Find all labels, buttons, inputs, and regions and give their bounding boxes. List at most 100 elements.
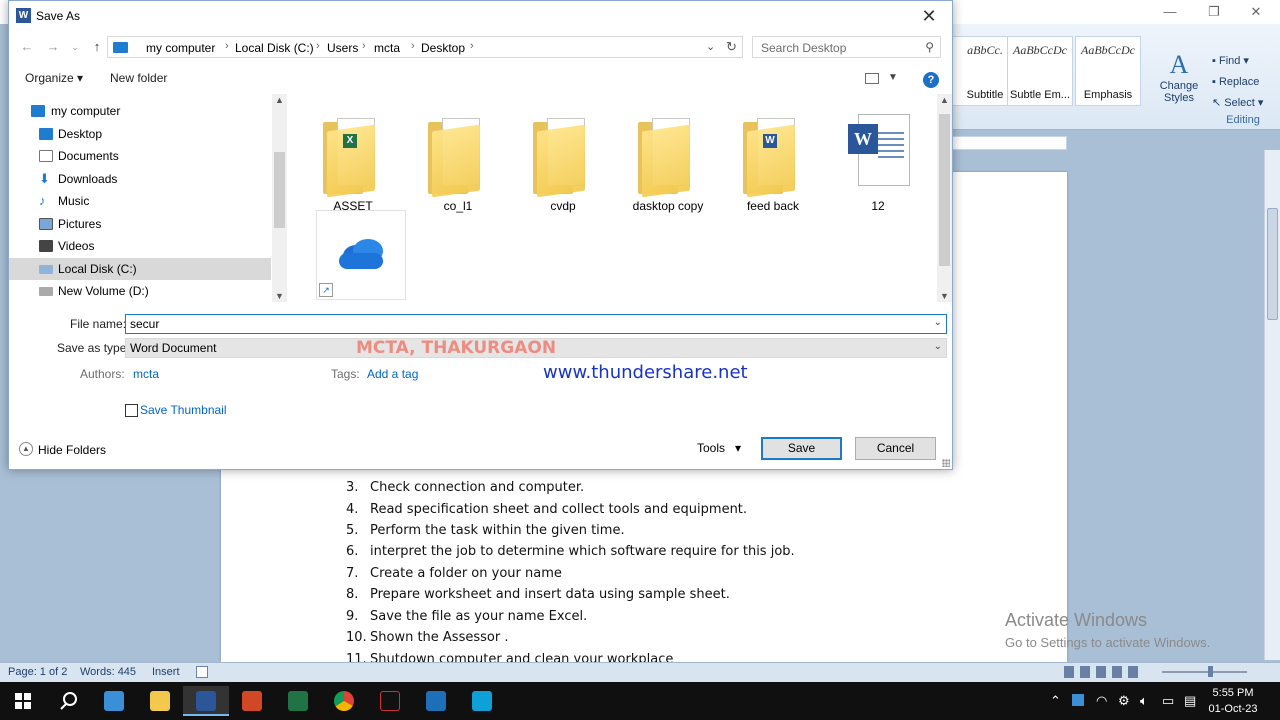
view-buttons[interactable]	[1064, 666, 1144, 678]
sidebar-item-downloads[interactable]: ⬇ Downloads	[9, 168, 271, 190]
zoom-knob[interactable]	[1208, 666, 1213, 677]
sidebar-item-music[interactable]: ♪ Music	[9, 190, 271, 212]
resize-grip-icon[interactable]	[942, 459, 950, 467]
taskbar-app-word[interactable]	[183, 686, 229, 716]
breadcrumb-desktop[interactable]: Desktop	[421, 41, 465, 55]
replace-button[interactable]: ▪ Replace	[1212, 76, 1259, 88]
notification-icon[interactable]: ▤	[1184, 693, 1196, 709]
zoom-slider[interactable]	[1150, 666, 1260, 677]
new-folder-button[interactable]: New folder	[110, 71, 167, 85]
taskbar-app[interactable]	[413, 686, 459, 716]
chevron-down-icon[interactable]: ⌄	[934, 317, 942, 328]
taskbar-app[interactable]	[91, 686, 137, 716]
scroll-thumb[interactable]	[274, 152, 285, 228]
file-item-12[interactable]: W 12	[832, 102, 924, 213]
clock[interactable]: 5:55 PM 01-Oct-23	[1203, 685, 1263, 717]
wifi-icon[interactable]: ◠	[1096, 693, 1107, 709]
navigation-scrollbar[interactable]: ▲ ▼	[272, 94, 287, 302]
file-item-co-l1[interactable]: co_l1	[412, 102, 504, 213]
recent-chevron-icon[interactable]: ⌄	[65, 37, 85, 57]
breadcrumb-my-computer[interactable]: my computer	[146, 41, 215, 55]
help-icon[interactable]: ?	[923, 72, 939, 88]
close-icon[interactable]: ✕	[906, 1, 952, 31]
sidebar-item-local-disk[interactable]: Local Disk (C:)	[9, 258, 271, 280]
file-name: 12	[871, 199, 885, 213]
taskbar-app[interactable]	[459, 686, 505, 716]
select-button[interactable]: ↖ Select ▾	[1212, 96, 1263, 109]
save-thumbnail-checkbox[interactable]	[125, 404, 138, 417]
search-icon[interactable]: ⚲	[925, 40, 934, 54]
taskbar-app[interactable]	[137, 686, 183, 716]
cancel-button[interactable]: Cancel	[855, 437, 936, 460]
show-hidden-icons-icon[interactable]: ⌃	[1050, 693, 1061, 709]
start-button[interactable]	[0, 686, 46, 716]
word-count[interactable]: Words: 445	[80, 666, 136, 678]
up-arrow-icon[interactable]: ↑	[87, 37, 107, 57]
minimize-icon[interactable]: —	[1150, 2, 1190, 22]
insert-mode[interactable]: Insert	[152, 666, 180, 678]
back-arrow-icon[interactable]: ←	[17, 37, 37, 57]
address-bar[interactable]: my computer › Local Disk (C:) › Users › …	[107, 36, 743, 58]
file-name-field[interactable]: secur ⌄	[125, 314, 947, 334]
refresh-icon[interactable]: ↻	[726, 39, 737, 55]
view-icon[interactable]	[865, 73, 879, 84]
forward-arrow-icon[interactable]: →	[43, 37, 63, 57]
authors-field[interactable]: mcta	[133, 367, 159, 381]
sidebar-item-videos[interactable]: Videos	[9, 235, 271, 257]
save-button[interactable]: Save	[761, 437, 842, 460]
excel-folder-icon: X	[323, 118, 379, 198]
save-thumbnail-label[interactable]: Save Thumbnail	[140, 403, 227, 417]
taskbar-app[interactable]	[321, 686, 367, 716]
scroll-up-icon[interactable]: ▲	[940, 95, 949, 105]
breadcrumb-local-disk[interactable]: Local Disk (C:)	[235, 41, 314, 55]
settings-tray-icon[interactable]: ⚙	[1118, 693, 1130, 709]
change-styles-button[interactable]: A Change Styles	[1156, 50, 1202, 114]
address-dropdown-icon[interactable]: ⌄	[706, 40, 715, 53]
search-box[interactable]: Search Desktop ⚲	[752, 36, 941, 58]
document-scrollbar[interactable]	[1264, 150, 1280, 660]
file-item-cvdp[interactable]: cvdp	[517, 102, 609, 213]
restore-icon[interactable]: ❐	[1194, 2, 1234, 22]
scroll-down-icon[interactable]: ▼	[275, 291, 284, 301]
scroll-thumb[interactable]	[939, 114, 950, 266]
breadcrumb-users[interactable]: Users	[327, 41, 358, 55]
search-input[interactable]: Search Desktop	[761, 41, 846, 55]
activate-subtitle: Go to Settings to activate Windows.	[1005, 635, 1211, 650]
scroll-up-icon[interactable]: ▲	[275, 95, 284, 105]
zoom-track	[1162, 671, 1247, 673]
style-subtle-emphasis[interactable]: AaBbCcDc Subtle Em...	[1007, 36, 1073, 106]
taskbar-app[interactable]	[229, 686, 275, 716]
chevron-down-icon[interactable]: ⌄	[934, 341, 942, 352]
sidebar-item-new-volume[interactable]: New Volume (D:)	[9, 280, 271, 302]
breadcrumb-mcta[interactable]: mcta	[374, 41, 400, 55]
file-item-asset[interactable]: X ASSET	[307, 102, 399, 213]
taskbar-app[interactable]	[367, 686, 413, 716]
tools-button[interactable]: Tools ▾	[697, 441, 741, 455]
tags-field[interactable]: Add a tag	[367, 367, 418, 381]
find-button[interactable]: ▪ Find ▾	[1212, 54, 1249, 67]
search-taskbar-button[interactable]	[45, 686, 91, 716]
sidebar-item-pictures[interactable]: Pictures	[9, 213, 271, 235]
ruler	[952, 136, 1067, 150]
scroll-thumb[interactable]	[1267, 208, 1278, 320]
sidebar-item-label: Documents	[58, 149, 119, 163]
scroll-down-icon[interactable]: ▼	[940, 291, 949, 301]
file-item-onedrive[interactable]: ↗	[316, 210, 406, 300]
network-icon[interactable]: ▭	[1162, 693, 1174, 709]
sidebar-item-desktop[interactable]: Desktop	[9, 123, 271, 145]
sidebar-item-my-computer[interactable]: my computer	[9, 100, 271, 122]
tray-app-icon[interactable]	[1072, 694, 1084, 706]
file-item-dasktop-copy[interactable]: dasktop copy	[622, 102, 714, 213]
volume-icon[interactable]: 🔈︎	[1140, 693, 1148, 709]
file-list-scrollbar[interactable]: ▲ ▼	[937, 94, 952, 302]
view-dropdown-icon[interactable]: ▼	[888, 72, 898, 83]
taskbar-app[interactable]	[275, 686, 321, 716]
file-item-feed-back[interactable]: W feed back	[727, 102, 819, 213]
folder-icon	[150, 691, 170, 711]
sidebar-item-documents[interactable]: Documents	[9, 145, 271, 167]
page-count[interactable]: Page: 1 of 2	[8, 666, 67, 678]
macro-icon[interactable]	[196, 666, 208, 678]
organize-button[interactable]: Organize ▾	[25, 71, 83, 85]
style-emphasis[interactable]: AaBbCcDc Emphasis	[1075, 36, 1141, 106]
close-icon[interactable]: ✕	[1236, 2, 1276, 22]
